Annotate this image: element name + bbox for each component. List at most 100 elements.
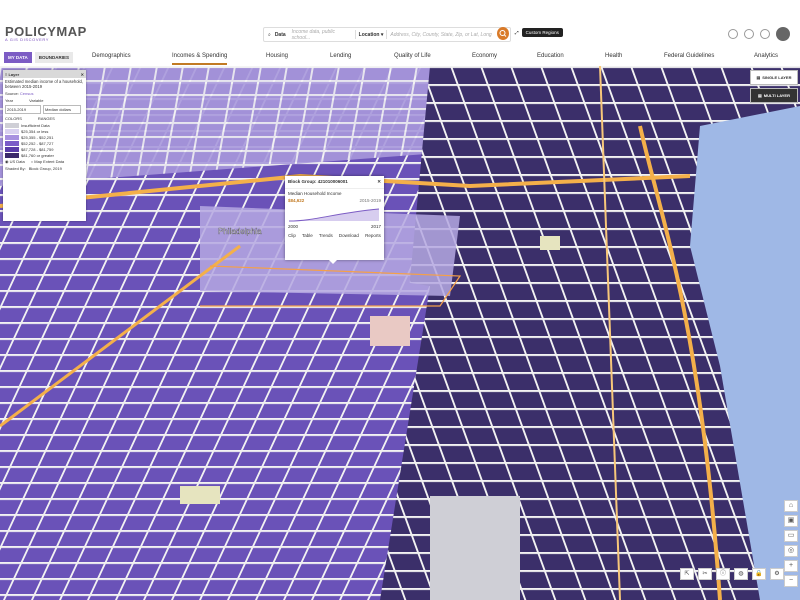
map-extent-label: Map Extent Data bbox=[34, 159, 65, 164]
legend-label: $52,252 - $87,727 bbox=[21, 140, 54, 146]
clip-button[interactable]: Clip bbox=[288, 233, 296, 238]
trend-sparkline bbox=[288, 208, 380, 222]
layer-panel-title: Layer bbox=[8, 71, 20, 77]
search-button[interactable] bbox=[497, 27, 509, 40]
nav-analytics[interactable]: Analytics bbox=[754, 53, 778, 59]
popup-metric: Median Household Income bbox=[288, 191, 342, 196]
globe-icon[interactable]: ◍ bbox=[734, 568, 748, 580]
extent-toggle: ◉ US Data ○ Map Extent Data bbox=[3, 158, 86, 165]
popup-actions: Clip Table Trends Download Reports bbox=[285, 229, 384, 238]
boundaries-button[interactable]: BOUNDARIES bbox=[34, 52, 74, 63]
reports-button[interactable]: Reports bbox=[365, 233, 381, 238]
nav-lending[interactable]: Lending bbox=[330, 53, 351, 59]
location-dropdown[interactable]: Location ▾ bbox=[359, 32, 384, 38]
source-row: Source: Census bbox=[3, 90, 86, 97]
zoom-in-button[interactable]: + bbox=[784, 560, 798, 572]
nav-economy[interactable]: Economy bbox=[472, 53, 497, 59]
shaded-by-select[interactable]: Block Group, 2019 bbox=[29, 166, 62, 171]
variable-select[interactable]: Median dollars bbox=[43, 105, 81, 114]
nav-education[interactable]: Education bbox=[537, 53, 564, 59]
nav-quality-of-life[interactable]: Quality of Life bbox=[394, 53, 431, 59]
expand-icon: ⤢ bbox=[515, 30, 519, 35]
year-label: Year bbox=[5, 98, 14, 103]
legend-label: $25,354 or less bbox=[21, 128, 49, 134]
layers-icon[interactable]: ▣ bbox=[784, 515, 798, 527]
city-label: Philadelphia bbox=[218, 227, 262, 236]
data-search-input[interactable]: Income data, public school... bbox=[292, 29, 352, 41]
close-icon[interactable]: ✕ bbox=[377, 179, 381, 185]
selector-labels: Year Variable bbox=[3, 97, 86, 104]
shaded-by-label: Shaded By: bbox=[5, 166, 26, 171]
legend-label: Insufficient Data bbox=[21, 122, 50, 128]
close-icon[interactable]: ✕ bbox=[81, 72, 84, 77]
scissors-icon[interactable]: ✂ bbox=[698, 568, 712, 580]
map-controls: ⌂ ▣ ▭ ◎ + − bbox=[784, 500, 798, 587]
insufficient-data-area bbox=[430, 496, 520, 600]
layer-icon: ▤ bbox=[756, 75, 761, 80]
us-data-label: US Data bbox=[9, 159, 25, 164]
my-data-button[interactable]: MY DATA bbox=[4, 52, 32, 63]
custom-regions[interactable]: ⤢ Custom Regions bbox=[515, 28, 563, 37]
category-nav: MY DATA BOUNDARIES Demographics Incomes … bbox=[0, 49, 800, 67]
single-layer-label: SINGLE LAYER bbox=[762, 75, 792, 80]
table-button[interactable]: Table bbox=[302, 233, 313, 238]
legend-swatch bbox=[5, 146, 19, 152]
legend-swatch bbox=[5, 140, 19, 146]
share-icon[interactable]: ⇱ bbox=[680, 568, 694, 580]
lock-icon[interactable]: 🔒 bbox=[752, 568, 766, 580]
folder-icon[interactable] bbox=[744, 29, 754, 39]
layer-panel: ≡ Layer ✕ Estimated median income of a h… bbox=[3, 70, 86, 221]
year-select[interactable]: 2015-2019 bbox=[5, 105, 41, 114]
legend-label: $81,760 or greater bbox=[21, 152, 54, 158]
colors-dropdown[interactable]: COLORS bbox=[5, 116, 22, 121]
zoom-out-button[interactable]: − bbox=[784, 575, 798, 587]
legend-swatch bbox=[5, 128, 19, 134]
legend: Insufficient Data $25,354 or less $25,355 … bbox=[3, 122, 86, 158]
settings-icon[interactable]: ⚙ bbox=[770, 568, 784, 580]
multi-layer-button[interactable]: ▤ MULTI LAYER bbox=[750, 88, 798, 103]
map-southwest-area bbox=[0, 266, 430, 600]
legend-label: $87,728 - $81,759 bbox=[21, 146, 54, 152]
cloud-icon[interactable] bbox=[728, 29, 738, 39]
map-canvas[interactable]: Philadelphia bbox=[0, 66, 800, 600]
trends-button[interactable]: Trends bbox=[319, 233, 333, 238]
variable-label: Variable bbox=[29, 98, 44, 103]
nav-housing[interactable]: Housing bbox=[266, 53, 288, 59]
utility-bar bbox=[0, 0, 800, 14]
home-icon[interactable]: ⌂ bbox=[784, 500, 798, 512]
nav-demographics[interactable]: Demographics bbox=[92, 53, 131, 59]
ranges-dropdown[interactable]: RANGES bbox=[38, 116, 55, 121]
map-extent-radio[interactable]: ○ Map Extent Data bbox=[31, 159, 64, 164]
download-button[interactable]: Download bbox=[339, 233, 359, 238]
ruler-icon[interactable]: ▭ bbox=[784, 530, 798, 542]
compass-icon[interactable]: ◎ bbox=[784, 545, 798, 557]
trend-end: 2017 bbox=[370, 224, 381, 229]
legend-swatch bbox=[5, 152, 19, 158]
layers-icon: ▤ bbox=[757, 93, 762, 98]
selectors: 2015-2019 Median dollars bbox=[3, 104, 86, 115]
layer-panel-header: ≡ Layer ✕ bbox=[3, 70, 86, 78]
header-icons bbox=[728, 27, 790, 41]
legend-swatch bbox=[5, 122, 19, 128]
search-icon: ⌕ bbox=[268, 31, 271, 38]
single-layer-button[interactable]: ▤ SINGLE LAYER bbox=[750, 70, 798, 85]
trend-start: 2000 bbox=[288, 224, 299, 229]
avatar[interactable] bbox=[776, 27, 790, 41]
logo[interactable]: POLICYMAP A GIS DISCOVERY bbox=[5, 24, 87, 42]
map-svg: Philadelphia bbox=[0, 66, 800, 600]
nav-federal-guidelines[interactable]: Federal Guidelines bbox=[664, 53, 714, 59]
nav-incomes-spending[interactable]: Incomes & Spending bbox=[172, 53, 228, 65]
shaded-by-row: Shaded By: Block Group, 2019 bbox=[3, 165, 86, 172]
custom-regions-button[interactable]: Custom Regions bbox=[521, 28, 563, 37]
source-link[interactable]: Census bbox=[20, 91, 34, 96]
print-icon[interactable] bbox=[760, 29, 770, 39]
layer-title: Estimated median income of a household, … bbox=[5, 79, 83, 89]
search-bar: ⌕ Data Income data, public school... Loc… bbox=[263, 27, 511, 42]
multi-layer-label: MULTI LAYER bbox=[763, 93, 790, 98]
location-search-input[interactable]: Address, City, County, State, Zip, or La… bbox=[390, 32, 491, 38]
popup-header: Block Group: 421010006001 ✕ bbox=[285, 176, 384, 189]
nav-health[interactable]: Health bbox=[605, 53, 622, 59]
us-data-radio[interactable]: ◉ US Data bbox=[5, 159, 25, 164]
info-icon[interactable]: ⓘ bbox=[716, 568, 730, 580]
layer-mode-buttons: ▤ SINGLE LAYER ▤ MULTI LAYER bbox=[750, 70, 798, 103]
